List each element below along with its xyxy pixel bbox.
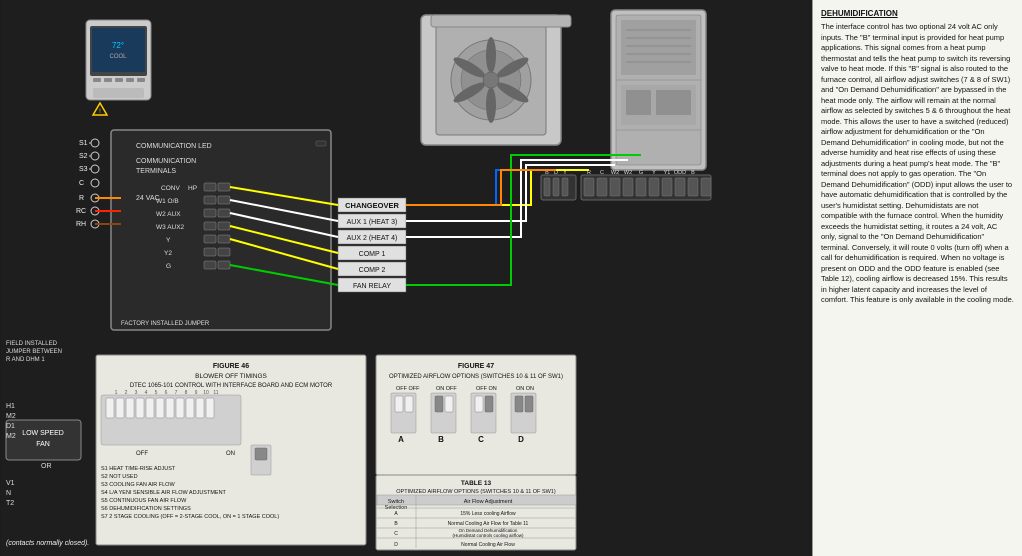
svg-text:Y2: Y2 [164,250,172,257]
svg-text:1: 1 [115,390,118,396]
svg-text:72°: 72° [112,41,124,50]
svg-text:CHANGEOVER: CHANGEOVER [345,201,399,210]
svg-text:S2: S2 [79,153,88,160]
svg-text:R AND DHM 1: R AND DHM 1 [6,357,45,363]
svg-text:3: 3 [135,390,138,396]
svg-text:Air Flow Adjustment: Air Flow Adjustment [464,499,513,505]
svg-text:B: B [438,435,444,444]
svg-text:15% Less cooling Airflow: 15% Less cooling Airflow [460,511,516,517]
svg-text:OPTIMIZED AIRFLOW OPTIONS (SWI: OPTIMIZED AIRFLOW OPTIONS (SWITCHES 10 &… [396,489,556,495]
svg-text:G: G [166,263,171,270]
svg-text:OFF ON: OFF ON [476,386,497,392]
svg-text:C: C [478,435,484,444]
svg-text:OR: OR [41,463,52,470]
svg-text:CONV: CONV [161,185,180,192]
svg-text:COOL: COOL [109,54,127,60]
svg-text:S5 CONTINUOUS FAN AIR FLOW: S5 CONTINUOUS FAN AIR FLOW [101,498,187,504]
svg-text:ODD: ODD [674,170,686,176]
svg-text:JUMPER BETWEEN: JUMPER BETWEEN [6,349,62,355]
svg-text:FIELD INSTALLED: FIELD INSTALLED [6,341,58,347]
svg-text:(contacts normally closed).: (contacts normally closed). [6,540,89,547]
svg-text:W2 AUX: W2 AUX [156,211,181,218]
svg-text:S4 L/A YENI SENSIBLE AIR FLOW: S4 L/A YENI SENSIBLE AIR FLOW ADJUSTMENT [101,490,227,496]
svg-text:RC: RC [76,208,86,215]
svg-text:S3 COOLING FAN AIR FLOW: S3 COOLING FAN AIR FLOW [101,482,175,488]
svg-text:S1: S1 [79,140,88,147]
svg-text:TERMINALS: TERMINALS [136,168,176,175]
svg-text:S1 HEAT TIME-RISE ADJUST: S1 HEAT TIME-RISE ADJUST [101,466,176,472]
svg-text:FIGURE 46: FIGURE 46 [213,363,249,370]
main-container: 72° COOL ! S1 S2 S3 [0,0,1022,556]
svg-text:COMP 1: COMP 1 [359,251,386,258]
svg-text:BLOWER OFF TIMINGS: BLOWER OFF TIMINGS [195,373,267,380]
svg-text:Y1: Y1 [664,170,671,176]
svg-text:2: 2 [125,390,128,396]
svg-text:A: A [398,435,404,444]
svg-text:TABLE 13: TABLE 13 [461,480,492,487]
svg-text:LOW SPEED: LOW SPEED [22,430,64,437]
svg-text:D1: D1 [6,423,15,430]
svg-text:4: 4 [145,390,148,396]
svg-text:N: N [6,490,11,497]
svg-text:Y: Y [652,170,656,176]
svg-text:HP: HP [188,185,197,192]
svg-text:C: C [394,531,398,537]
comm-led-label: COMMUNICATION LED [136,143,212,150]
svg-text:ON: ON [226,451,235,457]
svg-text:S3: S3 [79,166,88,173]
svg-text:ON OFF: ON OFF [436,386,457,392]
svg-text:8: 8 [185,390,188,396]
svg-text:W2: W2 [611,170,619,176]
svg-text:DTEC 1065-101 CONTROL WITH INT: DTEC 1065-101 CONTROL WITH INTERFACE BOA… [130,383,333,389]
svg-text:7: 7 [175,390,178,396]
dehumidification-panel: DEHUMIDIFICATION The interface control h… [812,0,1022,556]
svg-text:R: R [79,195,84,202]
comm-terminals-label: COMMUNICATION [136,158,196,165]
svg-text:C: C [79,180,84,187]
svg-text:S7 2 STAGE COOLING (OFF = 2-S: S7 2 STAGE COOLING (OFF = 2-STAGE COOL, … [101,514,279,520]
svg-text:OPTIMIZED AIRFLOW OPTIONS (SWI: OPTIMIZED AIRFLOW OPTIONS (SWITCHES 10 &… [389,374,563,380]
svg-text:B: B [691,170,695,176]
svg-text:M2: M2 [6,413,16,420]
svg-text:Normal Cooling Air Flow: Normal Cooling Air Flow [461,542,515,548]
svg-text:Y: Y [166,237,171,244]
svg-text:S6 DEHUMIDIFICATION SETTINGS: S6 DEHUMIDIFICATION SETTINGS [101,506,191,512]
svg-text:V1: V1 [6,480,15,487]
diagram-area: 72° COOL ! S1 S2 S3 [0,0,812,556]
svg-text:AUX 2 (HEAT 4): AUX 2 (HEAT 4) [347,235,398,242]
svg-text:H1: H1 [6,403,15,410]
svg-text:W3 AUX2: W3 AUX2 [156,224,185,231]
svg-text:RH: RH [76,221,86,228]
svg-text:11: 11 [213,390,218,396]
svg-text:10: 10 [203,390,209,396]
dehumidification-title: DEHUMIDIFICATION [821,8,1014,19]
svg-text:W2: W2 [624,170,632,176]
svg-text:(Humidistat controls cooling a: (Humidistat controls cooling airflow) [452,533,524,538]
svg-text:Normal Cooling Air Flow for Ta: Normal Cooling Air Flow for Table 11 [448,521,529,527]
svg-text:5: 5 [155,390,158,396]
svg-text:COMP 2: COMP 2 [359,267,386,274]
svg-text:S2 NOT USED: S2 NOT USED [101,474,138,480]
svg-text:FIGURE 47: FIGURE 47 [458,363,494,370]
svg-text:M2: M2 [6,433,16,440]
svg-text:OFF: OFF [136,451,148,457]
svg-text:FACTORY INSTALLED JUMPER: FACTORY INSTALLED JUMPER [121,321,210,327]
svg-text:ON ON: ON ON [516,386,534,392]
svg-text:AUX 1 (HEAT 3): AUX 1 (HEAT 3) [347,219,398,226]
svg-text:W1 O/B: W1 O/B [156,198,179,205]
svg-text:G: G [639,170,643,176]
svg-text:D: D [518,435,524,444]
svg-text:C: C [600,170,604,176]
svg-text:D: D [394,542,398,548]
svg-text:9: 9 [195,390,198,396]
dehumidification-body: The interface control has two optional 2… [821,22,1014,306]
svg-text:T2: T2 [6,500,14,507]
svg-text:FAN: FAN [36,441,50,448]
svg-text:6: 6 [165,390,168,396]
svg-text:FAN RELAY: FAN RELAY [353,283,391,290]
svg-text:OFF OFF: OFF OFF [396,386,420,392]
